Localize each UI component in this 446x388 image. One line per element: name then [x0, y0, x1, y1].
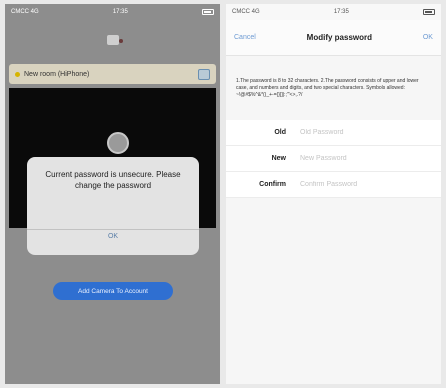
- alert-dialog: Current password is unsecure. Please cha…: [27, 157, 199, 255]
- new-password-input[interactable]: [296, 155, 441, 162]
- left-phone-screen: CMCC 4G 17:35 New room (HiPhone) Current…: [5, 4, 220, 384]
- ok-button[interactable]: OK: [423, 34, 433, 41]
- status-bar: CMCC 4G 17:35: [226, 4, 441, 20]
- battery-icon: [423, 9, 435, 15]
- old-password-input[interactable]: [296, 129, 441, 136]
- password-rules: 1.The password is 8 to 32 characters. 2.…: [236, 78, 419, 98]
- page-title: Modify password: [306, 33, 372, 42]
- old-password-label: Old: [274, 129, 286, 136]
- settings-icon[interactable]: [198, 68, 210, 80]
- device-row[interactable]: New room (HiPhone): [9, 64, 216, 84]
- status-bar: CMCC 4G 17:35: [5, 4, 220, 20]
- password-form: Old New Confirm: [226, 120, 441, 198]
- new-password-label: New: [271, 155, 286, 162]
- camera-icon[interactable]: [106, 35, 123, 45]
- navigation-bar: Cancel Modify password OK: [226, 20, 441, 56]
- old-password-row: Old: [226, 120, 441, 146]
- loading-icon: [107, 132, 129, 154]
- new-password-row: New: [226, 146, 441, 172]
- cancel-button[interactable]: Cancel: [234, 34, 256, 41]
- alert-ok-button[interactable]: OK: [27, 233, 199, 240]
- confirm-password-input[interactable]: [296, 181, 441, 188]
- time-label: 17:35: [112, 9, 128, 15]
- battery-icon: [202, 9, 214, 15]
- right-phone-screen: CMCC 4G 17:35 Cancel Modify password OK …: [226, 4, 441, 384]
- add-camera-button[interactable]: Add Camera To Account: [53, 282, 173, 300]
- carrier-label: CMCC 4G: [11, 9, 39, 15]
- online-status-icon: [15, 71, 20, 77]
- top-bar: [5, 20, 220, 60]
- carrier-label: CMCC 4G: [232, 9, 260, 15]
- time-label: 17:35: [333, 9, 349, 15]
- device-name: New room (HiPhone): [24, 70, 90, 78]
- confirm-password-label: Confirm: [259, 181, 286, 188]
- alert-divider: [27, 229, 199, 230]
- alert-message: Current password is unsecure. Please cha…: [45, 170, 181, 190]
- confirm-password-row: Confirm: [226, 172, 441, 198]
